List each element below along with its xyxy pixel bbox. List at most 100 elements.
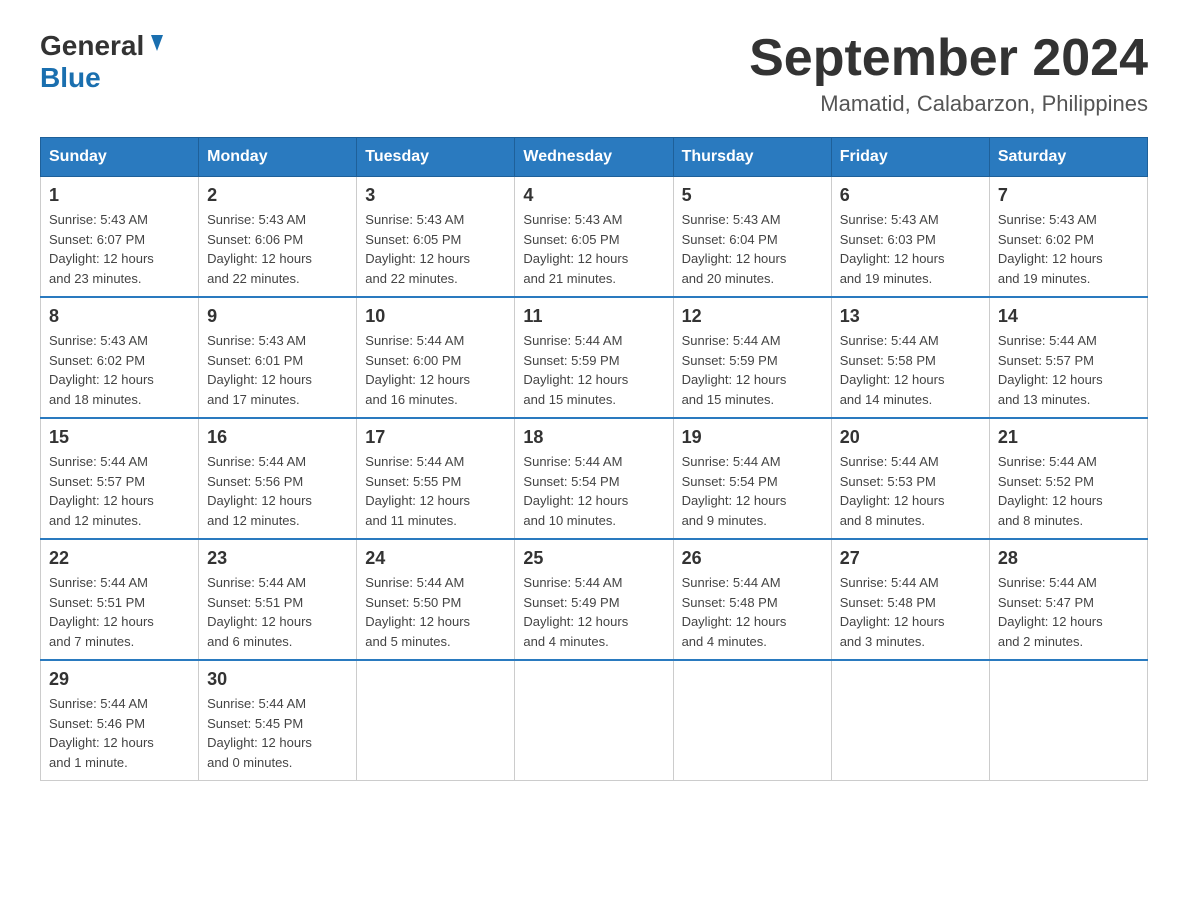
day-number: 8 [49,306,190,327]
table-row: 25 Sunrise: 5:44 AMSunset: 5:49 PMDayligh… [515,539,673,660]
table-row: 24 Sunrise: 5:44 AMSunset: 5:50 PMDayligh… [357,539,515,660]
col-header-monday: Monday [199,138,357,177]
day-info: Sunrise: 5:44 AMSunset: 5:49 PMDaylight:… [523,573,664,651]
day-number: 19 [682,427,823,448]
day-number: 1 [49,185,190,206]
day-number: 22 [49,548,190,569]
day-info: Sunrise: 5:43 AMSunset: 6:01 PMDaylight:… [207,331,348,409]
day-number: 23 [207,548,348,569]
table-row: 28 Sunrise: 5:44 AMSunset: 5:47 PMDayligh… [989,539,1147,660]
logo-triangle-icon [146,33,168,55]
table-row: 29 Sunrise: 5:44 AMSunset: 5:46 PMDayligh… [41,660,199,781]
day-info: Sunrise: 5:44 AMSunset: 5:47 PMDaylight:… [998,573,1139,651]
day-number: 20 [840,427,981,448]
day-number: 4 [523,185,664,206]
day-info: Sunrise: 5:44 AMSunset: 5:45 PMDaylight:… [207,694,348,772]
day-info: Sunrise: 5:43 AMSunset: 6:02 PMDaylight:… [49,331,190,409]
table-row: 17 Sunrise: 5:44 AMSunset: 5:55 PMDayligh… [357,418,515,539]
day-number: 15 [49,427,190,448]
table-row: 5Sunrise: 5:43 AMSunset: 6:04 PMDaylight… [673,177,831,298]
day-info: Sunrise: 5:43 AMSunset: 6:05 PMDaylight:… [365,210,506,288]
calendar-week-row: 22 Sunrise: 5:44 AMSunset: 5:51 PMDayligh… [41,539,1148,660]
table-row [673,660,831,781]
col-header-wednesday: Wednesday [515,138,673,177]
logo-general-text: General [40,30,144,62]
day-info: Sunrise: 5:44 AMSunset: 5:55 PMDaylight:… [365,452,506,530]
col-header-saturday: Saturday [989,138,1147,177]
table-row: 6Sunrise: 5:43 AMSunset: 6:03 PMDaylight… [831,177,989,298]
day-info: Sunrise: 5:44 AMSunset: 5:54 PMDaylight:… [523,452,664,530]
calendar-week-row: 29 Sunrise: 5:44 AMSunset: 5:46 PMDayligh… [41,660,1148,781]
table-row: 7 Sunrise: 5:43 AMSunset: 6:02 PMDaylight… [989,177,1147,298]
calendar-week-row: 8 Sunrise: 5:43 AMSunset: 6:02 PMDaylight… [41,297,1148,418]
day-info: Sunrise: 5:43 AMSunset: 6:04 PMDaylight:… [682,210,823,288]
day-info: Sunrise: 5:44 AMSunset: 5:50 PMDaylight:… [365,573,506,651]
table-row: 11 Sunrise: 5:44 AMSunset: 5:59 PMDayligh… [515,297,673,418]
table-row: 8 Sunrise: 5:43 AMSunset: 6:02 PMDaylight… [41,297,199,418]
day-info: Sunrise: 5:44 AMSunset: 6:00 PMDaylight:… [365,331,506,409]
day-info: Sunrise: 5:44 AMSunset: 5:58 PMDaylight:… [840,331,981,409]
logo-blue-text: Blue [40,62,101,93]
table-row: 14Sunrise: 5:44 AMSunset: 5:57 PMDayligh… [989,297,1147,418]
day-number: 7 [998,185,1139,206]
calendar-week-row: 1 Sunrise: 5:43 AMSunset: 6:07 PMDaylight… [41,177,1148,298]
day-number: 13 [840,306,981,327]
calendar-table: Sunday Monday Tuesday Wednesday Thursday… [40,137,1148,781]
day-info: Sunrise: 5:44 AMSunset: 5:56 PMDaylight:… [207,452,348,530]
table-row: 19 Sunrise: 5:44 AMSunset: 5:54 PMDayligh… [673,418,831,539]
month-year-title: September 2024 [749,30,1148,87]
table-row: 23 Sunrise: 5:44 AMSunset: 5:51 PMDayligh… [199,539,357,660]
table-row [989,660,1147,781]
day-info: Sunrise: 5:43 AMSunset: 6:02 PMDaylight:… [998,210,1139,288]
table-row: 15 Sunrise: 5:44 AMSunset: 5:57 PMDayligh… [41,418,199,539]
day-number: 25 [523,548,664,569]
table-row: 1 Sunrise: 5:43 AMSunset: 6:07 PMDaylight… [41,177,199,298]
table-row: 9 Sunrise: 5:43 AMSunset: 6:01 PMDaylight… [199,297,357,418]
table-row: 13 Sunrise: 5:44 AMSunset: 5:58 PMDayligh… [831,297,989,418]
day-info: Sunrise: 5:44 AMSunset: 5:48 PMDaylight:… [682,573,823,651]
day-number: 2 [207,185,348,206]
day-number: 12 [682,306,823,327]
day-number: 18 [523,427,664,448]
day-info: Sunrise: 5:44 AMSunset: 5:59 PMDaylight:… [682,331,823,409]
day-number: 11 [523,306,664,327]
day-number: 29 [49,669,190,690]
day-number: 17 [365,427,506,448]
day-number: 3 [365,185,506,206]
table-row: 2Sunrise: 5:43 AMSunset: 6:06 PMDaylight… [199,177,357,298]
day-info: Sunrise: 5:44 AMSunset: 5:57 PMDaylight:… [998,331,1139,409]
day-info: Sunrise: 5:43 AMSunset: 6:07 PMDaylight:… [49,210,190,288]
day-number: 16 [207,427,348,448]
calendar-week-row: 15 Sunrise: 5:44 AMSunset: 5:57 PMDayligh… [41,418,1148,539]
location-subtitle: Mamatid, Calabarzon, Philippines [749,91,1148,117]
day-info: Sunrise: 5:44 AMSunset: 5:59 PMDaylight:… [523,331,664,409]
day-number: 10 [365,306,506,327]
table-row: 21Sunrise: 5:44 AMSunset: 5:52 PMDayligh… [989,418,1147,539]
day-info: Sunrise: 5:44 AMSunset: 5:46 PMDaylight:… [49,694,190,772]
table-row: 26Sunrise: 5:44 AMSunset: 5:48 PMDayligh… [673,539,831,660]
day-info: Sunrise: 5:44 AMSunset: 5:54 PMDaylight:… [682,452,823,530]
day-number: 28 [998,548,1139,569]
table-row [357,660,515,781]
table-row: 20 Sunrise: 5:44 AMSunset: 5:53 PMDayligh… [831,418,989,539]
col-header-sunday: Sunday [41,138,199,177]
day-info: Sunrise: 5:44 AMSunset: 5:57 PMDaylight:… [49,452,190,530]
day-info: Sunrise: 5:44 AMSunset: 5:53 PMDaylight:… [840,452,981,530]
day-number: 21 [998,427,1139,448]
day-info: Sunrise: 5:44 AMSunset: 5:51 PMDaylight:… [207,573,348,651]
title-section: September 2024 Mamatid, Calabarzon, Phil… [749,30,1148,117]
table-row [831,660,989,781]
table-row: 10 Sunrise: 5:44 AMSunset: 6:00 PMDayligh… [357,297,515,418]
table-row: 18 Sunrise: 5:44 AMSunset: 5:54 PMDayligh… [515,418,673,539]
day-number: 30 [207,669,348,690]
logo: General Blue [40,30,168,94]
table-row: 22Sunrise: 5:44 AMSunset: 5:51 PMDayligh… [41,539,199,660]
day-number: 6 [840,185,981,206]
day-number: 9 [207,306,348,327]
day-number: 27 [840,548,981,569]
table-row [515,660,673,781]
table-row: 12 Sunrise: 5:44 AMSunset: 5:59 PMDayligh… [673,297,831,418]
calendar-header-row: Sunday Monday Tuesday Wednesday Thursday… [41,138,1148,177]
day-number: 24 [365,548,506,569]
col-header-friday: Friday [831,138,989,177]
